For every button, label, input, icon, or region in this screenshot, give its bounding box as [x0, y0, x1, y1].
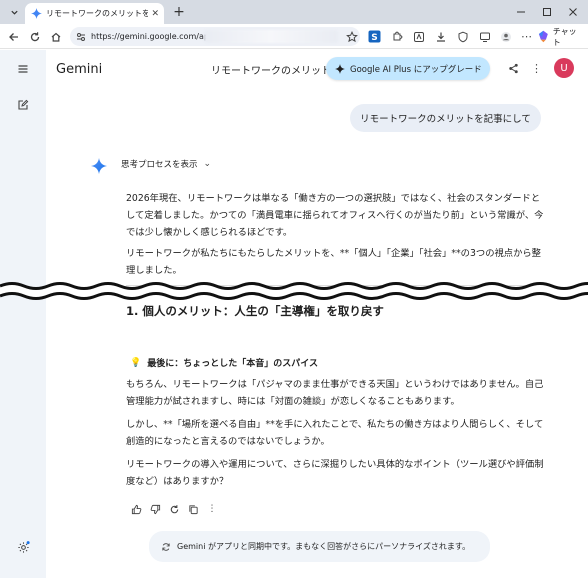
chevron-down-icon	[10, 10, 18, 15]
closing-paragraph: リモートワークの導入や運用について、さらに深掘りしたい具体的なポイント（ツール選…	[126, 459, 544, 487]
site-info-icon[interactable]	[76, 27, 86, 46]
upgrade-button-label: Google AI Plus にアップグレード	[350, 64, 482, 75]
cast-screen-icon[interactable]	[476, 28, 493, 45]
response-paragraph: リモートワークが私たちにもたらしたメリットを、**「個人」「企業」「社会」**の…	[126, 248, 541, 276]
reload-icon[interactable]	[26, 28, 43, 45]
sync-status-banner: Gemini がアプリと同期中です。まもなく回答がさらにパーソナライズされます。	[149, 531, 490, 562]
sync-icon	[161, 537, 171, 556]
section-heading: 1. 個人のメリット：人生の「主導権」を取り戻す	[126, 304, 384, 318]
tab-title: リモートワークのメリットを３視点から解説	[46, 9, 149, 18]
upgrade-button[interactable]: Google AI Plus にアップグレード	[326, 57, 490, 80]
copilot-icon	[538, 30, 548, 43]
tip-heading-text: 最後に：ちょっとした「本音」のスパイス	[147, 359, 318, 369]
shield-icon[interactable]	[454, 28, 471, 45]
settings-gear-icon[interactable]	[14, 538, 32, 556]
address-bar[interactable]: https://gemini.google.com/app/	[70, 27, 360, 46]
chat-main: Gemini リモートワークのメリット Google AI Plus にアップグ…	[46, 50, 588, 578]
svg-text:S: S	[371, 33, 377, 43]
response-paragraph: 2026年現在、リモートワークは単なる「働き方の一つの選択肢」ではなく、社会のス…	[126, 193, 544, 238]
conversation-title[interactable]: リモートワークのメリット	[211, 62, 329, 77]
tip-heading: 💡 最後に：ちょっとした「本音」のスパイス	[130, 356, 318, 370]
show-thinking-toggle[interactable]: 思考プロセスを表示 ⌄	[121, 158, 211, 170]
gemini-sparkle-icon	[91, 158, 107, 174]
show-thinking-label: 思考プロセスを表示	[121, 160, 198, 170]
share-icon[interactable]	[505, 60, 522, 77]
response-actions: ⋮	[129, 502, 224, 516]
minimize-window-icon[interactable]	[512, 3, 530, 21]
avatar[interactable]: U	[554, 58, 574, 78]
gemini-favicon-icon	[30, 8, 42, 20]
copy-icon[interactable]	[186, 502, 200, 516]
address-url: https://gemini.google.com/app/	[91, 32, 217, 41]
redacted-url-segment	[204, 30, 338, 43]
close-window-icon[interactable]	[564, 3, 582, 21]
regenerate-icon[interactable]	[167, 502, 181, 516]
user-prompt-bubble: リモートワークのメリットを記事にして	[350, 104, 541, 132]
page-break-wave	[0, 282, 588, 300]
side-rail	[0, 50, 46, 578]
browser-titlebar: リモートワークのメリットを３視点から解説 ✕ +	[0, 0, 588, 24]
browser-toolbar: https://gemini.google.com/app/ S ⋯ チャット	[0, 24, 588, 49]
extension-translate-icon[interactable]	[410, 28, 427, 45]
new-chat-edit-icon[interactable]	[14, 96, 32, 114]
app-brand[interactable]: Gemini	[56, 62, 102, 77]
extension-s-icon[interactable]: S	[366, 28, 383, 45]
closing-paragraph: しかし、**「場所を選べる自由」**を手に入れたことで、私たちの働き方はより人間…	[126, 419, 544, 447]
chat-button[interactable]: チャット	[537, 26, 584, 47]
profile-icon[interactable]	[497, 28, 514, 45]
sync-status-text: Gemini がアプリと同期中です。まもなく回答がさらにパーソナライズされます。	[177, 542, 471, 551]
more-menu-icon[interactable]: ⋯	[518, 28, 535, 45]
lightbulb-icon: 💡	[130, 357, 142, 368]
thumbs-down-icon[interactable]	[148, 502, 162, 516]
closing-paragraph: もちろん、リモートワークは「パジャマのまま仕事ができる天国」というわけではありま…	[126, 379, 544, 407]
extension-puzzle-icon[interactable]	[388, 28, 405, 45]
sparkle-icon	[335, 63, 345, 74]
chevron-down-icon: ⌄	[203, 159, 212, 169]
maximize-window-icon[interactable]	[538, 3, 556, 21]
new-tab-button[interactable]: +	[170, 3, 188, 21]
bookmark-star-icon[interactable]	[343, 28, 360, 45]
more-options-icon[interactable]: ⋮	[528, 60, 545, 77]
thumbs-up-icon[interactable]	[129, 502, 143, 516]
hamburger-menu-icon[interactable]	[14, 60, 32, 78]
back-arrow-icon[interactable]	[5, 28, 22, 45]
downloads-icon[interactable]	[432, 28, 449, 45]
chat-button-label: チャット	[552, 26, 577, 47]
home-icon[interactable]	[47, 28, 64, 45]
more-actions-icon[interactable]: ⋮	[205, 502, 219, 516]
close-tab-icon[interactable]: ✕	[151, 9, 159, 19]
gemini-app: Gemini リモートワークのメリット Google AI Plus にアップグ…	[0, 50, 588, 578]
tab-list-button[interactable]	[5, 3, 23, 21]
browser-tab-active[interactable]: リモートワークのメリットを３視点から解説 ✕	[25, 3, 164, 24]
